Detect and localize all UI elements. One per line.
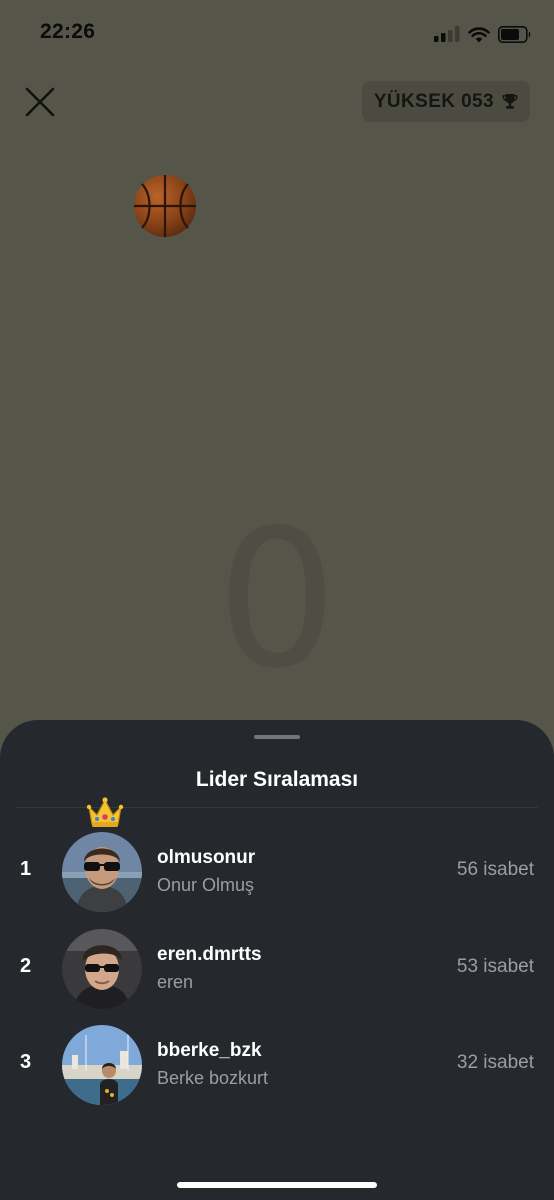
username: olmusonur [157, 847, 256, 868]
avatar[interactable] [62, 929, 142, 1009]
score-value: 32 isabet [456, 1052, 534, 1073]
score-value: 56 isabet [456, 859, 534, 880]
high-score-badge: YÜKSEK 053 [361, 81, 530, 122]
status-icons [434, 24, 532, 44]
home-indicator[interactable] [177, 1182, 377, 1188]
cellular-signal-icon [434, 26, 460, 42]
close-button[interactable] [22, 84, 58, 120]
username: eren.dmrtts [157, 944, 262, 965]
rank-number: 3 [20, 1051, 32, 1073]
full-name: eren [157, 972, 194, 992]
status-time: 22:26 [40, 20, 96, 43]
rank-number: 1 [20, 858, 32, 880]
close-icon [25, 87, 55, 117]
sheet-drag-handle[interactable] [254, 735, 300, 739]
battery-icon [498, 25, 531, 43]
avatar[interactable] [62, 832, 142, 912]
rank-number: 2 [20, 955, 32, 977]
crown-icon [86, 797, 124, 827]
avatar[interactable] [62, 1025, 142, 1105]
wifi-icon [468, 26, 490, 42]
full-name: Onur Olmuş [157, 875, 255, 895]
username: bberke_bzk [157, 1040, 262, 1061]
trophy-icon [502, 94, 518, 109]
basketball[interactable] [132, 173, 198, 239]
score-value: 53 isabet [456, 956, 534, 977]
leaderboard-title: Lider Sıralaması [195, 768, 359, 791]
leaderboard-row[interactable]: 1 olmusonur Onur Olmuş 56 isabet [0, 797, 554, 916]
current-score: 0 [216, 489, 338, 710]
leaderboard-sheet: Lider Sıralaması 1 olmusonur Onur Olmuş … [0, 720, 554, 1200]
leaderboard-row[interactable]: 3 bberke_bzk Berke bozkurt 32 isabet [0, 1021, 554, 1109]
status-bar: 22:26 [0, 0, 554, 64]
basketball-icon [134, 175, 196, 237]
leaderboard-row[interactable]: 2 eren.dmrtts eren 53 isabet [0, 925, 554, 1013]
full-name: Berke bozkurt [157, 1068, 269, 1088]
high-score-label: YÜKSEK 053 [373, 90, 494, 112]
